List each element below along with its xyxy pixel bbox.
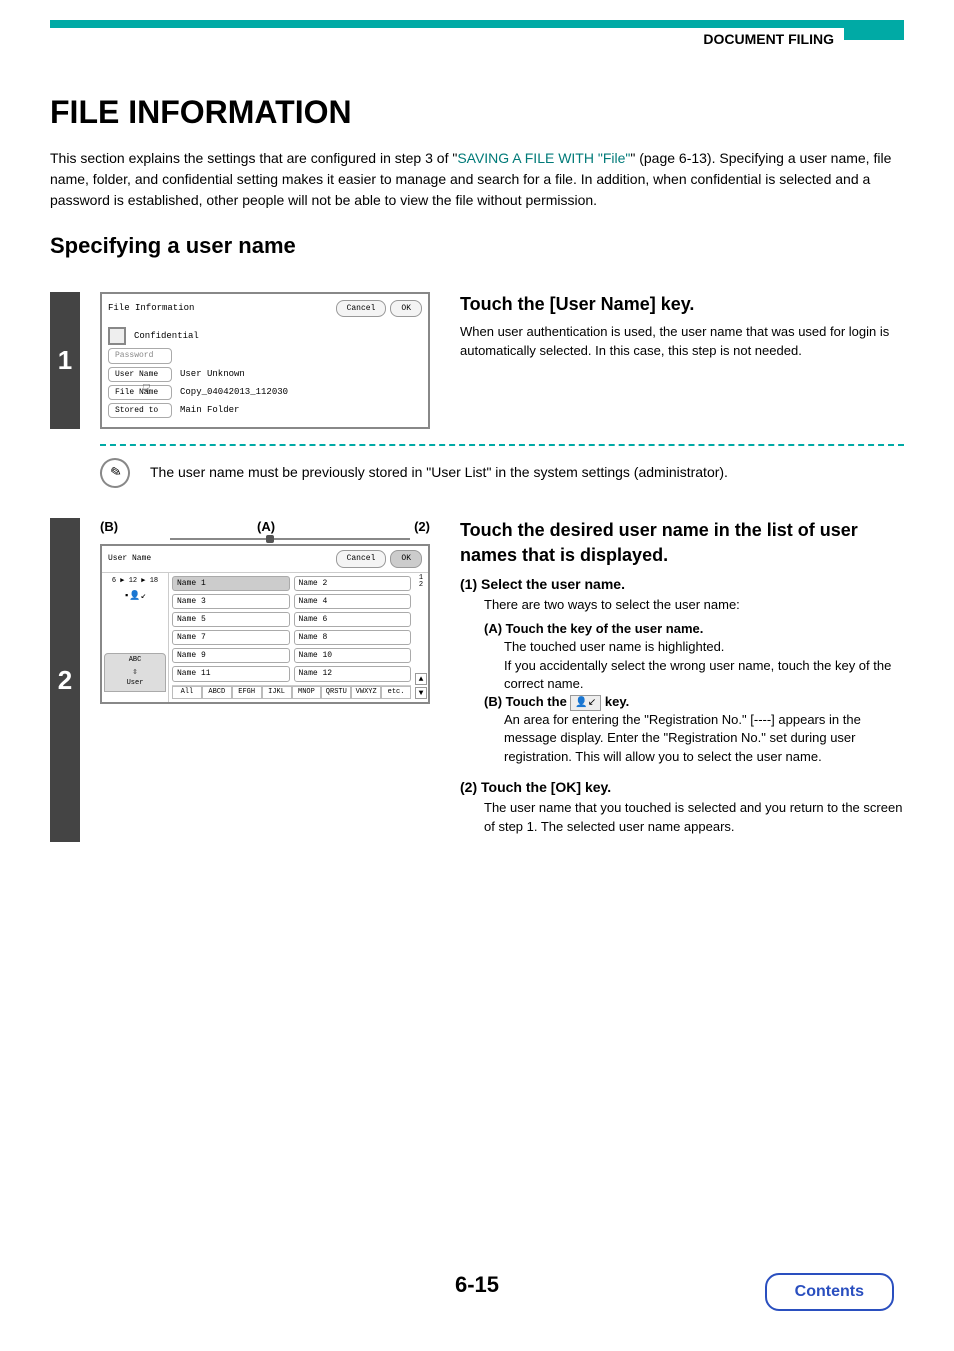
substep-2: (2) Touch the [OK] key. The user name th… bbox=[460, 778, 904, 836]
mock-title: File Information bbox=[108, 302, 194, 315]
substep-1-lead: There are two ways to select the user na… bbox=[484, 596, 904, 614]
filter-cell[interactable]: etc. bbox=[381, 686, 411, 700]
name-cell[interactable]: Name 11 bbox=[172, 666, 290, 681]
subheading: Specifying a user name bbox=[50, 231, 904, 262]
sub-a-label: (A) Touch the key of the user name. bbox=[484, 621, 703, 636]
confidential-label: Confidential bbox=[134, 330, 199, 343]
substep-2-body: The user name that you touched is select… bbox=[484, 799, 904, 835]
filter-cell[interactable]: QRSTU bbox=[321, 686, 351, 700]
user-name-button[interactable]: User Name bbox=[108, 367, 172, 382]
filter-cell[interactable]: All bbox=[172, 686, 202, 700]
name-cell[interactable]: Name 10 bbox=[294, 648, 412, 663]
note-row: ✎ The user name must be previously store… bbox=[100, 458, 904, 488]
scroll-up-icon[interactable]: ▲ bbox=[415, 673, 427, 685]
page-scroll: 12 ▲ ▼ bbox=[414, 573, 428, 703]
ok-button[interactable]: OK bbox=[390, 300, 422, 317]
filter-cell[interactable]: IJKL bbox=[262, 686, 292, 700]
scroll-down-icon[interactable]: ▼ bbox=[415, 687, 427, 699]
step-2-number: 2 bbox=[50, 518, 80, 842]
stored-to-button[interactable]: Stored to bbox=[108, 403, 172, 418]
file-info-screen-mock: File Information Cancel OK Confidential … bbox=[100, 292, 430, 429]
intro-text-pre: This section explains the settings that … bbox=[50, 150, 457, 166]
substep-1-label: (1) bbox=[460, 576, 477, 592]
filter-cell[interactable]: ABCD bbox=[202, 686, 232, 700]
callout-b: (B) bbox=[100, 518, 118, 536]
callout-connector bbox=[170, 538, 410, 540]
sub-b-body: An area for entering the "Registration N… bbox=[504, 711, 904, 766]
substep-2-label: (2) bbox=[460, 779, 477, 795]
confidential-checkbox[interactable] bbox=[108, 327, 126, 345]
note-icon: ✎ bbox=[96, 454, 134, 492]
name-cell[interactable]: Name 12 bbox=[294, 666, 412, 681]
user-toggle-icon[interactable]: ▪👤↙ bbox=[124, 590, 146, 603]
step-1-number: 1 bbox=[50, 292, 80, 429]
step-1-heading: Touch the [User Name] key. bbox=[460, 292, 904, 317]
note-text: The user name must be previously stored … bbox=[150, 463, 728, 483]
stored-to-value: Main Folder bbox=[180, 404, 239, 417]
substep-1: (1) Select the user name. There are two … bbox=[460, 575, 904, 766]
name-cell[interactable]: Name 6 bbox=[294, 612, 412, 627]
user-name-screen-mock: User Name Cancel OK 6 ▶ 12 ▶ 18 ▪👤↙ ABC bbox=[100, 544, 430, 704]
file-name-value: Copy_04042013_112030 bbox=[180, 386, 288, 399]
breadcrumb-numbers: 6 ▶ 12 ▶ 18 bbox=[104, 577, 166, 587]
name-grid: Name 1 Name 2 Name 3 Name 4 Name 5 Name 6 N… bbox=[169, 573, 414, 703]
sub-a-line2: If you accidentally select the wrong use… bbox=[504, 657, 904, 693]
filter-cell[interactable]: VWXYZ bbox=[351, 686, 381, 700]
substep-1-title: Select the user name. bbox=[481, 576, 625, 592]
step-1: 1 File Information Cancel OK Confidentia… bbox=[50, 292, 904, 429]
step-2: 2 (B) (A) (2) User Name Cancel OK bbox=[50, 518, 904, 842]
contents-button[interactable]: Contents bbox=[765, 1273, 894, 1311]
name-cell[interactable]: Name 3 bbox=[172, 594, 290, 609]
ok-button[interactable]: OK bbox=[390, 550, 422, 567]
header-accent-bar bbox=[50, 20, 904, 28]
name-cell[interactable]: Name 4 bbox=[294, 594, 412, 609]
password-field[interactable]: Password bbox=[108, 348, 172, 363]
mock2-title: User Name bbox=[108, 553, 151, 564]
name-cell[interactable]: Name 7 bbox=[172, 630, 290, 645]
cancel-button[interactable]: Cancel bbox=[336, 300, 387, 317]
section-header: DOCUMENT FILING bbox=[50, 30, 904, 50]
alpha-filter-row: All ABCD EFGH IJKL MNOP QRSTU VWXYZ etc. bbox=[172, 685, 411, 700]
user-key-icon: 👤↙ bbox=[570, 695, 601, 711]
dashed-separator bbox=[100, 444, 904, 446]
filter-cell[interactable]: EFGH bbox=[232, 686, 262, 700]
page-title: FILE INFORMATION bbox=[50, 90, 904, 135]
hand-cursor-icon: ☟ bbox=[142, 382, 150, 402]
step-2-heading: Touch the desired user name in the list … bbox=[460, 518, 904, 568]
mock2-left-panel: 6 ▶ 12 ▶ 18 ▪👤↙ ABC ⇳ User bbox=[102, 573, 169, 703]
page: DOCUMENT FILING FILE INFORMATION This se… bbox=[0, 0, 954, 1351]
intro-paragraph: This section explains the settings that … bbox=[50, 148, 904, 211]
filter-cell[interactable]: MNOP bbox=[292, 686, 322, 700]
substep-2-title: Touch the [OK] key. bbox=[481, 779, 611, 795]
cancel-button[interactable]: Cancel bbox=[336, 550, 387, 567]
abc-tab[interactable]: ABC ⇳ User bbox=[104, 653, 166, 691]
sub-b-label-pre: (B) Touch the bbox=[484, 694, 570, 709]
step-1-body: When user authentication is used, the us… bbox=[460, 323, 904, 359]
callout-2: (2) bbox=[414, 518, 430, 536]
file-name-button[interactable]: File Name bbox=[108, 385, 172, 400]
name-cell[interactable]: Name 1 bbox=[172, 576, 290, 591]
name-cell[interactable]: Name 5 bbox=[172, 612, 290, 627]
callout-a: (A) bbox=[257, 518, 275, 536]
sub-b-label-post: key. bbox=[605, 694, 629, 709]
name-cell[interactable]: Name 9 bbox=[172, 648, 290, 663]
callout-labels: (B) (A) (2) bbox=[100, 518, 430, 536]
sub-a-line1: The touched user name is highlighted. bbox=[504, 638, 904, 656]
intro-link[interactable]: SAVING A FILE WITH "File" bbox=[457, 150, 630, 166]
user-name-value: User Unknown bbox=[180, 368, 245, 381]
name-cell[interactable]: Name 2 bbox=[294, 576, 412, 591]
name-cell[interactable]: Name 8 bbox=[294, 630, 412, 645]
